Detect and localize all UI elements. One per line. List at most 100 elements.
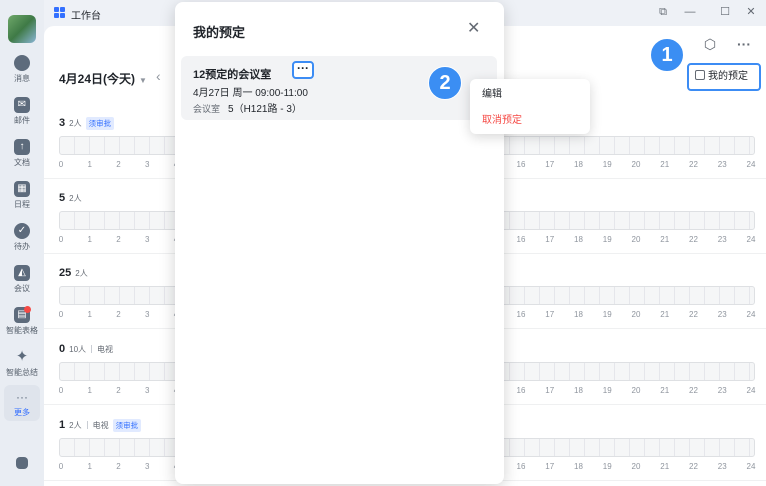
separator (91, 345, 93, 353)
callout-1: 1 (650, 38, 684, 72)
rail-item-calendar[interactable]: ▦ 日程 (0, 179, 44, 217)
tick-label: 19 (602, 235, 612, 244)
tick-label: 2 (116, 310, 121, 319)
approval-tag: 须审批 (85, 117, 115, 130)
tick-label: 0 (58, 462, 64, 471)
tick-label: 19 (602, 462, 612, 471)
room-name: 0 (59, 343, 66, 355)
rail-item-smart-sheet[interactable]: ▤ 智能表格 (0, 305, 44, 343)
tick-label: 16 (516, 462, 526, 471)
prev-day-icon[interactable]: ‹ (156, 68, 161, 84)
tick-label: 18 (574, 310, 583, 319)
workbench-icon (16, 457, 28, 469)
tick-label: 23 (717, 386, 727, 395)
booking-more-button[interactable]: ··· (292, 61, 314, 79)
tick-label: 0 (58, 386, 64, 395)
booking-title: 12预定的会议室 (193, 69, 272, 81)
tick-label: 21 (660, 310, 670, 319)
settings-icon[interactable]: ⬡ (700, 35, 720, 53)
tick-label: 23 (717, 235, 727, 244)
menu-item-cancel-booking[interactable]: 取消预定 (470, 108, 590, 134)
rail-item-meetings[interactable]: ◭ 会议 (0, 263, 44, 301)
room-features: 电视 (97, 345, 114, 354)
tick-label: 21 (660, 386, 670, 395)
tick-label: 19 (602, 310, 612, 319)
callout-2: 2 (428, 66, 462, 100)
workbench-logo-icon (54, 7, 65, 18)
room-value: 5（H121路 - 3） (228, 104, 302, 115)
tick-label: 3 (145, 462, 150, 471)
tick-label: 17 (545, 160, 555, 169)
approval-tag: 须审批 (112, 419, 142, 432)
tick-label: 22 (689, 235, 698, 244)
tick-label: 0 (58, 235, 64, 244)
room-header: 0 10人 电视 (59, 341, 113, 355)
avatar[interactable] (8, 15, 36, 43)
more-icon: ··· (16, 390, 28, 404)
chat-icon (14, 55, 30, 71)
room-name: 5 (59, 192, 66, 204)
minimize-icon[interactable]: — (680, 3, 700, 21)
tick-label: 23 (717, 462, 727, 471)
rail-item-messages[interactable]: 消息 (0, 53, 44, 91)
tick-label: 17 (545, 386, 555, 395)
booking-time: 4月27日 周一 09:00-11:00 (193, 88, 308, 99)
tick-label: 24 (746, 462, 756, 471)
todo-icon: ✓ (14, 223, 30, 239)
maximize-icon[interactable]: ☐ (715, 3, 735, 21)
tick-label: 24 (746, 235, 756, 244)
rail-item-docs[interactable]: ↑ 文档 (0, 137, 44, 175)
tick-label: 18 (574, 235, 583, 244)
rail-item-todo[interactable]: ✓ 待办 (0, 221, 44, 259)
modal-title: 我的预定 (193, 25, 246, 40)
date-selector[interactable]: 4月24日(今天) ▼ (59, 70, 147, 87)
tick-label: 3 (145, 235, 150, 244)
rail-item-workbench[interactable] (0, 455, 44, 486)
tick-label: 0 (58, 160, 64, 169)
tick-label: 24 (746, 160, 756, 169)
tick-label: 16 (516, 160, 526, 169)
tick-label: 22 (689, 462, 698, 471)
tick-label: 21 (660, 235, 670, 244)
tick-label: 0 (58, 310, 64, 319)
menu-item-edit[interactable]: 编辑 (470, 82, 590, 108)
room-header: 3 2人 须审批 (59, 115, 115, 130)
my-booking-button[interactable]: 我的预定 (687, 63, 761, 91)
doc-icon: ↑ (14, 139, 30, 155)
room-capacity: 2人 (69, 194, 82, 203)
caret-down-icon: ▼ (139, 76, 147, 85)
notification-dot (24, 306, 31, 313)
tick-label: 19 (602, 160, 612, 169)
close-icon[interactable]: ✕ (467, 20, 480, 38)
popout-icon[interactable]: ⧉ (653, 3, 673, 21)
close-window-icon[interactable]: ✕ (741, 3, 761, 21)
booking-room: 会议室 5（H121路 - 3） (193, 100, 302, 115)
more-options-icon[interactable]: ··· (734, 35, 754, 53)
tick-label: 2 (116, 462, 121, 471)
tick-label: 18 (574, 160, 583, 169)
tick-label: 23 (717, 310, 727, 319)
tick-label: 16 (516, 386, 526, 395)
rail-item-smart-summary[interactable]: ✦ 智能总结 (0, 347, 44, 385)
room-name: 3 (59, 117, 66, 129)
tick-label: 1 (87, 310, 92, 319)
tick-label: 22 (689, 386, 698, 395)
tick-label: 22 (689, 310, 698, 319)
separator (86, 421, 88, 429)
tick-label: 2 (116, 386, 121, 395)
tick-label: 1 (87, 386, 92, 395)
booking-icon (695, 70, 705, 80)
room-capacity: 2人 (69, 119, 82, 128)
tick-label: 19 (602, 386, 612, 395)
calendar-icon: ▦ (14, 181, 30, 197)
tick-label: 17 (545, 462, 555, 471)
room-header: 25 2人 (59, 265, 88, 279)
room-header: 5 2人 (59, 190, 82, 204)
tick-label: 22 (689, 160, 698, 169)
tick-label: 3 (145, 160, 150, 169)
rail-item-more[interactable]: ··· 更多 (4, 385, 40, 421)
rail-item-mail[interactable]: ✉ 邮件 (0, 95, 44, 133)
tick-label: 23 (717, 160, 727, 169)
tick-label: 1 (87, 462, 92, 471)
tick-label: 21 (660, 462, 670, 471)
